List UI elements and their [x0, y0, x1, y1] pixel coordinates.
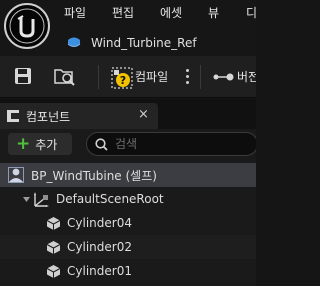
tree-item-label: Cylinder04 — [67, 216, 132, 230]
add-component-button[interactable]: + 추가 — [8, 133, 72, 155]
add-button-label: 추가 — [35, 137, 58, 152]
static-mesh-icon — [46, 264, 61, 278]
compile-button[interactable]: 컴파일 — [135, 68, 168, 85]
tree-item-scene-root[interactable]: DefaultSceneRoot — [0, 187, 256, 211]
tree-item-cylinder02[interactable]: Cylinder02 — [0, 235, 256, 259]
components-tab-label: 컴포넌트 — [26, 110, 71, 124]
expand-arrow-icon[interactable] — [22, 195, 31, 204]
components-panel: + 추가 BP_WindTubine (셀프) — [0, 129, 256, 286]
menu-view[interactable]: 뷰 — [208, 4, 219, 21]
tree-item-label: DefaultSceneRoot — [56, 192, 164, 206]
toolbar: ? 컴파일 버전 — [0, 56, 256, 98]
more-options-icon[interactable] — [186, 69, 190, 85]
search-box[interactable] — [86, 132, 256, 156]
menu-file[interactable]: 파일 — [64, 4, 86, 21]
svg-text:?: ? — [120, 74, 126, 87]
tree-item-root[interactable]: BP_WindTubine (셀프) — [0, 163, 256, 187]
tree-item-label: BP_WindTubine (셀프) — [31, 168, 157, 183]
save-icon[interactable] — [14, 67, 32, 85]
compile-icon[interactable]: ? — [111, 67, 133, 89]
version-icon[interactable] — [212, 69, 234, 85]
tree-item-cylinder01[interactable]: Cylinder01 — [0, 259, 256, 283]
search-input[interactable] — [115, 136, 245, 152]
tree-item-label: Cylinder01 — [67, 264, 132, 278]
title-bar: 파일 편집 에셋 뷰 디 Wind_Turbine_Ref — [0, 0, 256, 56]
static-mesh-icon — [46, 216, 61, 230]
menu-more[interactable]: 디 — [246, 4, 256, 21]
components-tab-icon — [7, 110, 19, 122]
browse-icon[interactable] — [54, 67, 76, 87]
search-icon — [95, 138, 108, 151]
scene-root-icon — [34, 192, 49, 207]
menu-asset[interactable]: 에셋 — [160, 4, 182, 21]
asset-tab[interactable]: Wind_Turbine_Ref — [66, 34, 197, 52]
tree-item-cylinder04[interactable]: Cylinder04 — [0, 211, 256, 235]
version-button[interactable]: 버전 — [237, 68, 256, 85]
toolbar-separator — [98, 65, 99, 89]
panel-tab-bar: 컴포넌트 × — [0, 99, 256, 129]
blueprint-icon — [67, 37, 81, 47]
menu-edit[interactable]: 편집 — [112, 4, 134, 21]
tree-item-label: Cylinder02 — [67, 240, 132, 254]
tab-components[interactable]: 컴포넌트 × — [0, 103, 158, 129]
actor-icon — [8, 167, 24, 183]
close-icon[interactable]: × — [138, 107, 149, 122]
blueprint-editor-window: 파일 편집 에셋 뷰 디 Wind_Turbine_Ref ? 컴파일 버전 컴… — [0, 0, 256, 286]
static-mesh-icon — [46, 240, 61, 254]
plus-icon: + — [16, 133, 31, 154]
toolbar-separator — [200, 65, 201, 89]
unreal-logo-icon[interactable] — [4, 3, 50, 49]
asset-tab-title: Wind_Turbine_Ref — [91, 36, 197, 50]
